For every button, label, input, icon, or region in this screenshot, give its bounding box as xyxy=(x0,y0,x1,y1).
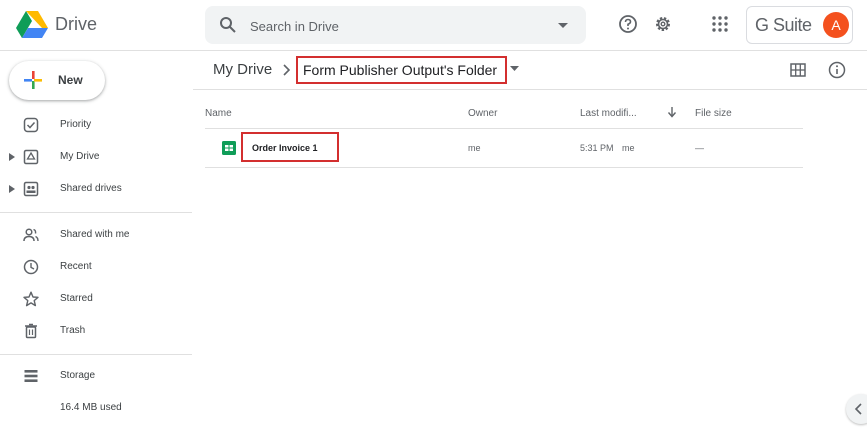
new-button[interactable]: New xyxy=(9,61,105,100)
file-name: Order Invoice 1 xyxy=(252,143,318,153)
breadcrumb-root[interactable]: My Drive xyxy=(213,61,272,78)
sidebar-divider xyxy=(0,354,192,355)
file-modified-time: 5:31 PM xyxy=(580,143,614,153)
sidebar-item-shared-drives[interactable]: Shared drives xyxy=(0,175,192,203)
sidebar-item-label: Priority xyxy=(60,119,92,130)
apps-grid-icon[interactable] xyxy=(710,14,730,34)
gsuite-label: G Suite xyxy=(755,15,812,35)
chevron-right-icon xyxy=(283,64,291,76)
sidebar-item-my-drive[interactable]: My Drive xyxy=(0,143,192,171)
search-options-chevron-down-icon[interactable] xyxy=(557,19,569,31)
google-sheets-icon xyxy=(222,141,236,155)
sidebar-item-storage[interactable]: Storage xyxy=(0,362,192,390)
table-header-divider xyxy=(205,128,803,129)
column-header-name[interactable]: Name xyxy=(205,108,232,119)
sidebar-item-trash[interactable]: Trash xyxy=(0,317,192,345)
storage-used-text: 16.4 MB used xyxy=(60,402,122,413)
storage-icon xyxy=(24,370,38,382)
sidebar-item-starred[interactable]: Starred xyxy=(0,285,192,313)
column-header-file-size: File size xyxy=(695,108,732,119)
trash-icon xyxy=(25,323,37,339)
column-header-last-modified[interactable]: Last modifi... xyxy=(580,108,637,119)
sidebar-item-label: Storage xyxy=(60,370,96,381)
column-header-owner: Owner xyxy=(468,108,498,119)
sort-descending-arrow-icon[interactable] xyxy=(667,106,677,118)
priority-icon xyxy=(23,117,39,133)
folder-menu-chevron-down-icon[interactable] xyxy=(510,66,519,72)
plus-icon xyxy=(24,71,42,89)
app-name[interactable]: Drive xyxy=(55,14,97,35)
clock-icon xyxy=(23,259,39,275)
expand-arrow-icon[interactable] xyxy=(9,153,15,161)
file-name-highlight[interactable]: Order Invoice 1 xyxy=(241,132,339,162)
top-bar: Drive G Suite A xyxy=(0,0,867,51)
star-icon xyxy=(23,291,39,307)
shared-with-me-icon xyxy=(23,228,39,242)
avatar[interactable]: A xyxy=(823,12,849,38)
table-row-divider xyxy=(205,167,803,168)
shared-drives-icon xyxy=(23,181,39,197)
chevron-left-icon xyxy=(854,403,862,415)
help-icon[interactable] xyxy=(618,14,638,34)
info-icon[interactable] xyxy=(828,61,846,79)
side-panel-toggle-button[interactable] xyxy=(846,394,867,424)
sidebar-divider xyxy=(0,212,192,213)
breadcrumb-current-folder[interactable]: Form Publisher Output's Folder xyxy=(296,56,507,84)
file-modified-by: me xyxy=(622,143,635,153)
gear-icon[interactable] xyxy=(653,14,673,34)
breadcrumb-current-label: Form Publisher Output's Folder xyxy=(303,62,498,78)
new-button-label: New xyxy=(58,73,83,87)
main-divider xyxy=(193,89,867,90)
sidebar-item-label: My Drive xyxy=(60,151,100,162)
sidebar-item-label: Recent xyxy=(60,261,92,272)
file-size: — xyxy=(695,143,704,153)
sidebar-item-label: Starred xyxy=(60,293,93,304)
sidebar-item-priority[interactable]: Priority xyxy=(0,111,192,139)
search-icon[interactable] xyxy=(219,16,237,34)
grid-view-icon[interactable] xyxy=(790,62,806,78)
search-input[interactable] xyxy=(250,17,540,35)
search-bar[interactable] xyxy=(205,6,586,44)
drive-logo-icon[interactable] xyxy=(16,11,48,39)
sidebar-item-label: Shared drives xyxy=(60,183,122,194)
sidebar-item-label: Trash xyxy=(60,325,86,336)
file-owner: me xyxy=(468,143,481,153)
sidebar-item-recent[interactable]: Recent xyxy=(0,253,192,281)
sidebar-item-label: Shared with me xyxy=(60,229,130,240)
gsuite-account-button[interactable]: G Suite A xyxy=(746,6,853,44)
expand-arrow-icon[interactable] xyxy=(9,185,15,193)
sidebar-item-shared-with-me[interactable]: Shared with me xyxy=(0,221,192,249)
my-drive-icon xyxy=(23,149,39,165)
